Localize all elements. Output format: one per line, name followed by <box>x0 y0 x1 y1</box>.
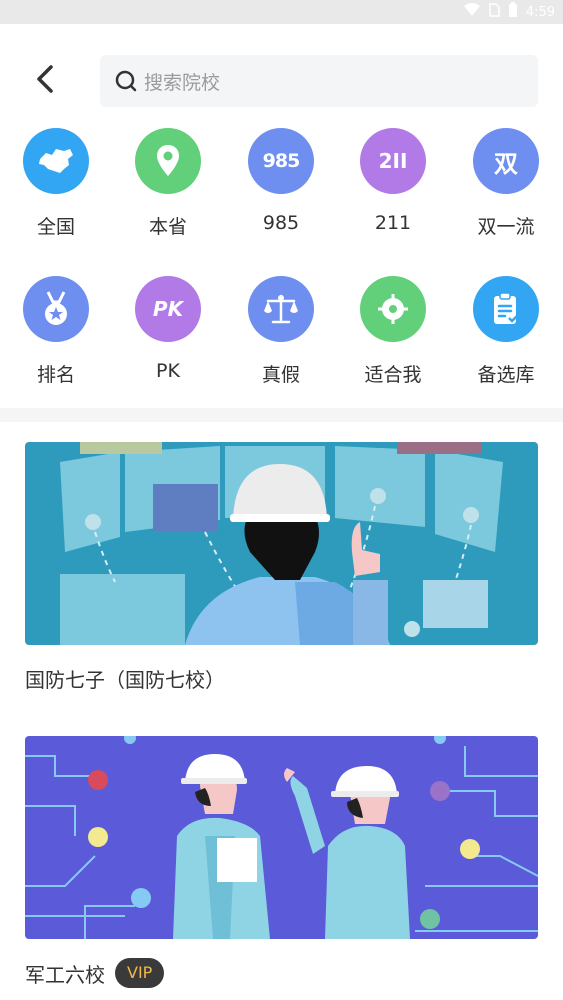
985-icon: 985 <box>248 128 314 194</box>
category-label: 211 <box>374 212 412 234</box>
location-pin-icon <box>135 128 201 194</box>
pk-icon: PK <box>135 276 201 342</box>
badge-text: 双 <box>494 149 518 178</box>
badge-text: PK <box>152 297 184 321</box>
badge-text: 2II <box>378 149 408 173</box>
topic-card-military[interactable]: 军工六校 VIP <box>25 736 538 1000</box>
banner-image <box>25 442 538 645</box>
search-icon <box>115 70 137 92</box>
category-double-first-class[interactable]: 双 双一流 <box>450 128 562 239</box>
category-row-2: 排名 PK PK 真假 适合我 备选库 <box>0 276 563 396</box>
category-label: 备选库 <box>477 364 535 386</box>
category-label: 本省 <box>148 216 187 238</box>
category-label: 排名 <box>36 364 75 386</box>
search-bar[interactable]: 搜索院校 <box>100 55 538 107</box>
category-suitable[interactable]: 适合我 <box>337 276 449 387</box>
vip-badge: VIP <box>115 958 165 988</box>
category-211[interactable]: 2II 211 <box>337 128 449 234</box>
category-label: 985 <box>262 212 300 234</box>
card-title: 军工六校 <box>25 962 105 987</box>
category-pk[interactable]: PK PK <box>112 276 224 382</box>
category-nationwide[interactable]: 全国 <box>0 128 112 239</box>
category-label: PK <box>156 360 180 382</box>
banner-image <box>25 736 538 939</box>
category-authenticity[interactable]: 真假 <box>225 276 337 387</box>
category-shortlist[interactable]: 备选库 <box>450 276 562 387</box>
category-label: 双一流 <box>477 216 535 238</box>
clipboard-icon <box>473 276 539 342</box>
section-divider <box>0 408 563 422</box>
back-button[interactable] <box>28 62 62 96</box>
search-input[interactable]: 搜索院校 <box>144 68 220 95</box>
target-icon <box>360 276 426 342</box>
category-label: 真假 <box>261 364 300 386</box>
no-sim-icon <box>488 3 500 21</box>
211-icon: 2II <box>360 128 426 194</box>
category-row-1: 全国 本省 985 985 2II 211 双 双一流 <box>0 128 563 248</box>
scales-icon <box>248 276 314 342</box>
wifi-icon <box>463 3 480 21</box>
medal-icon <box>23 276 89 342</box>
category-province[interactable]: 本省 <box>112 128 224 239</box>
battery-icon <box>508 2 518 22</box>
card-title-row: 军工六校 VIP <box>25 958 165 988</box>
china-map-icon <box>23 128 89 194</box>
topic-card-defense[interactable]: 国防七子（国防七校） <box>25 442 538 702</box>
category-label: 全国 <box>36 216 75 238</box>
status-time: 4:59 <box>525 4 555 20</box>
category-label: 适合我 <box>364 364 422 386</box>
double-first-class-icon: 双 <box>473 128 539 194</box>
header: 搜索院校 <box>0 24 563 124</box>
chevron-left-icon <box>37 65 53 93</box>
category-ranking[interactable]: 排名 <box>0 276 112 387</box>
category-985[interactable]: 985 985 <box>225 128 337 234</box>
status-bar: 4:59 <box>0 0 563 24</box>
badge-text: 985 <box>262 150 301 172</box>
card-title: 国防七子（国防七校） <box>25 668 225 692</box>
